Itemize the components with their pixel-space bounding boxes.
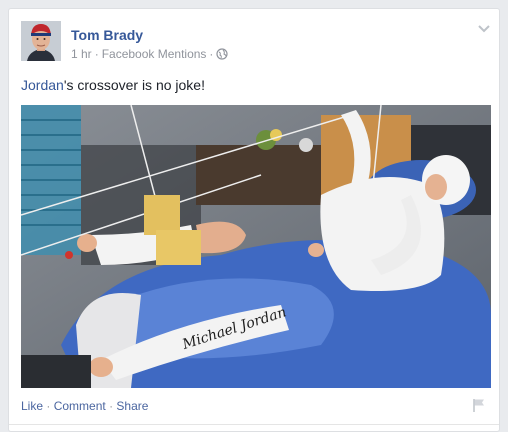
post-actions: Like · Comment · Share bbox=[21, 399, 148, 413]
divider bbox=[9, 424, 499, 425]
actions-separator: · bbox=[46, 399, 51, 413]
avatar[interactable] bbox=[21, 21, 61, 61]
author-name[interactable]: Tom Brady bbox=[71, 27, 143, 43]
flag-icon[interactable] bbox=[471, 397, 487, 413]
post-source[interactable]: Facebook Mentions bbox=[102, 47, 207, 61]
meta-separator: · bbox=[94, 47, 99, 61]
post-time[interactable]: 1 hr bbox=[71, 47, 92, 61]
comment-link[interactable]: Comment bbox=[54, 399, 106, 413]
post-text-rest: 's crossover is no joke! bbox=[63, 77, 205, 93]
post-meta: 1 hr · Facebook Mentions · bbox=[71, 47, 229, 61]
post-card: Tom Brady 1 hr · Facebook Mentions · Jor… bbox=[8, 8, 500, 432]
meta-separator: · bbox=[209, 47, 214, 61]
hospital-scene-illustration: Michael Jordan bbox=[21, 105, 491, 388]
globe-icon[interactable] bbox=[216, 48, 229, 60]
chevron-down-icon[interactable] bbox=[477, 23, 491, 35]
like-link[interactable]: Like bbox=[21, 399, 43, 413]
actions-separator: · bbox=[109, 399, 114, 413]
post-text: Jordan's crossover is no joke! bbox=[21, 77, 205, 93]
mentioned-page-link[interactable]: Jordan bbox=[21, 77, 64, 93]
share-link[interactable]: Share bbox=[116, 399, 148, 413]
post-photo[interactable]: Michael Jordan bbox=[21, 105, 491, 388]
